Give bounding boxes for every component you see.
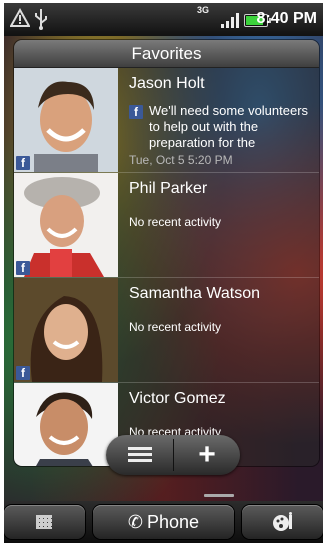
signal-icon (221, 12, 239, 28)
warning-icon (9, 7, 31, 33)
status-bar: 3G 8:40 PM (4, 3, 323, 36)
bottom-dock: ✆ Phone (4, 501, 323, 543)
phone-button[interactable]: ✆ Phone (93, 505, 234, 539)
personalize-icon (273, 512, 292, 531)
phone-icon: ✆ (127, 512, 144, 532)
all-apps-icon (36, 515, 52, 529)
contact-photo[interactable]: f (14, 278, 118, 382)
widget-action-bar: + (106, 435, 240, 475)
contact-activity: No recent activity (129, 320, 222, 334)
contact-name: Victor Gomez (129, 390, 226, 407)
network-type: 3G (197, 5, 210, 15)
contact-name: Phil Parker (129, 180, 208, 197)
status-timestamp: Tue, Oct 5 5:20 PM (129, 153, 233, 167)
usb-icon (34, 8, 48, 35)
contact-jason-holt[interactable]: f Jason Holt f We'll need some volunteer… (14, 68, 319, 173)
facebook-icon: f (16, 366, 30, 380)
menu-icon-line (128, 453, 152, 456)
page-indicator (204, 494, 234, 497)
contact-status: f We'll need some volunteers to help out… (129, 103, 311, 151)
menu-icon (128, 447, 152, 450)
all-apps-button[interactable] (4, 505, 85, 539)
contact-name: Samantha Watson (129, 285, 261, 302)
phone-label: Phone (147, 512, 200, 532)
contact-name: Jason Holt (129, 75, 205, 92)
facebook-icon: f (129, 105, 143, 119)
phone-screen: 3G 8:40 PM Favorites f Jason Holt f We'l… (4, 3, 323, 543)
contact-photo[interactable]: f (14, 68, 118, 172)
contact-photo[interactable]: f (14, 173, 118, 277)
contact-activity: No recent activity (129, 215, 222, 229)
facebook-icon: f (16, 261, 30, 275)
widget-title: Favorites (14, 40, 319, 68)
contact-samantha-watson[interactable]: f Samantha Watson No recent activity (14, 278, 319, 383)
menu-button[interactable] (106, 435, 173, 475)
menu-icon-line (128, 459, 152, 462)
add-favorite-button[interactable]: + (174, 435, 240, 475)
contact-photo[interactable] (14, 383, 118, 466)
personalize-button[interactable] (242, 505, 323, 539)
favorites-widget: Favorites f Jason Holt f We'll need some… (14, 40, 319, 466)
contact-phil-parker[interactable]: f Phil Parker No recent activity (14, 173, 319, 278)
status-text: We'll need some volunteers to help out w… (149, 103, 309, 150)
clock: 8:40 PM (256, 10, 317, 27)
facebook-icon: f (16, 156, 30, 170)
